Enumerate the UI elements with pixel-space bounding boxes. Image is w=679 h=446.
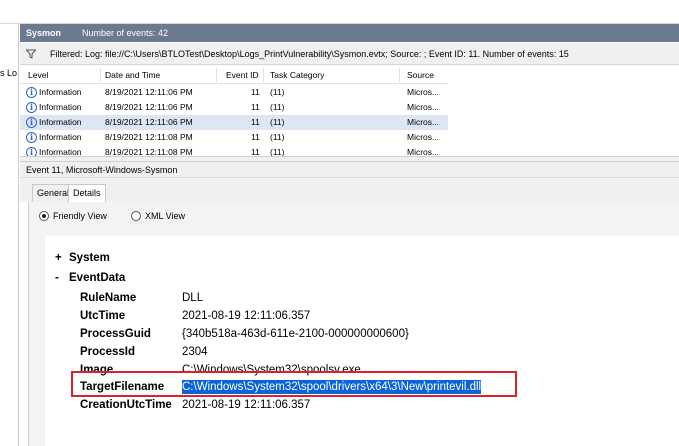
field-name: UtcTime — [80, 310, 126, 322]
row-eventid: 11 — [251, 132, 260, 142]
row-eventid: 11 — [251, 117, 260, 127]
top-strip — [0, 0, 679, 24]
column-header-task[interactable]: Task Category — [270, 70, 324, 80]
event-tabs: General Details — [20, 178, 679, 203]
field-name: ProcessId — [80, 346, 135, 358]
field-value: DLL — [182, 292, 204, 304]
field-value: 2021-08-19 12:11:06.357 — [182, 399, 311, 411]
xml-view-label: XML View — [145, 211, 186, 221]
column-header-date[interactable]: Date and Time — [105, 70, 160, 80]
row-datetime: 8/19/2021 12:11:06 PM — [105, 87, 193, 97]
red-highlight-box — [71, 371, 517, 397]
field-value: 2304 — [182, 346, 208, 358]
funnel-icon — [25, 43, 37, 68]
field-value: {340b518a-463d-611e-2100-000000000600} — [182, 328, 409, 340]
row-level: Information — [39, 147, 82, 156]
column-header-eventid[interactable]: Event ID — [226, 70, 259, 80]
friendly-view-label: Friendly View — [53, 211, 107, 221]
tab-details[interactable]: Details — [68, 184, 106, 203]
filter-description: Filtered: Log: file://C:\Users\BTLOTest\… — [50, 49, 569, 59]
event-count: Number of events: 42 — [82, 28, 169, 38]
left-pane-partial-label: s Lo — [0, 68, 18, 78]
row-eventid: 11 — [251, 102, 260, 112]
left-navigation-pane[interactable] — [0, 24, 19, 446]
row-source: Micros... — [407, 87, 440, 97]
row-task: (11) — [270, 87, 285, 97]
information-icon: i — [26, 87, 37, 98]
system-section-label[interactable]: System — [69, 251, 110, 265]
table-row[interactable]: i Information 8/19/2021 12:11:06 PM 11 (… — [20, 100, 448, 115]
eventdata-toggle[interactable]: - — [55, 271, 59, 285]
system-toggle[interactable]: + — [55, 251, 62, 265]
row-source: Micros... — [407, 132, 440, 142]
row-datetime: 8/19/2021 12:11:06 PM — [105, 102, 193, 112]
table-row[interactable]: i Information 8/19/2021 12:11:08 PM 11 (… — [20, 130, 448, 145]
row-source: Micros... — [407, 147, 440, 156]
field-name: CreationUtcTime — [80, 399, 172, 411]
row-source: Micros... — [407, 117, 440, 127]
information-icon: i — [26, 147, 37, 156]
row-task: (11) — [270, 132, 285, 142]
row-level: Information — [39, 132, 82, 142]
column-header-level[interactable]: Level — [28, 70, 48, 80]
row-level: Information — [39, 117, 82, 127]
field-name: RuleName — [80, 292, 137, 304]
row-datetime: 8/19/2021 12:11:08 PM — [105, 132, 193, 142]
information-icon: i — [26, 117, 37, 128]
information-icon: i — [26, 102, 37, 113]
log-title: Sysmon — [26, 28, 62, 38]
table-row[interactable]: i Information 8/19/2021 12:11:08 PM 11 (… — [20, 145, 448, 156]
row-datetime: 8/19/2021 12:11:08 PM — [105, 147, 193, 156]
event-title: Event 11, Microsoft-Windows-Sysmon — [20, 162, 679, 178]
table-header: Level Date and Time Event ID Task Catego… — [20, 66, 448, 84]
row-task: (11) — [270, 147, 285, 156]
row-level: Information — [39, 87, 82, 97]
row-task: (11) — [270, 102, 285, 112]
radio-selected-icon — [39, 211, 49, 221]
information-icon: i — [26, 132, 37, 143]
event-details-content: + System - EventData RuleName DLL UtcTim… — [45, 236, 679, 446]
row-source: Micros... — [407, 102, 440, 112]
events-table[interactable]: Level Date and Time Event ID Task Catego… — [20, 66, 448, 156]
row-level: Information — [39, 102, 82, 112]
table-row[interactable]: i Information 8/19/2021 12:11:06 PM 11 (… — [20, 85, 448, 100]
eventdata-section-label[interactable]: EventData — [69, 271, 125, 285]
table-row-selected[interactable]: i Information 8/19/2021 12:11:06 PM 11 (… — [20, 115, 448, 130]
details-pane: Friendly View XML View + System - EventD… — [28, 202, 679, 446]
row-task: (11) — [270, 117, 285, 127]
radio-unselected-icon — [131, 211, 141, 221]
field-name: ProcessGuid — [80, 328, 151, 340]
log-header-bar: Sysmon Number of events: 42 — [20, 24, 679, 42]
filter-bar: Filtered: Log: file://C:\Users\BTLOTest\… — [20, 43, 679, 65]
field-value: 2021-08-19 12:11:06.357 — [182, 310, 311, 322]
row-datetime: 8/19/2021 12:11:06 PM — [105, 117, 193, 127]
column-header-source[interactable]: Source — [407, 70, 434, 80]
row-eventid: 11 — [251, 147, 260, 156]
row-eventid: 11 — [251, 87, 260, 97]
